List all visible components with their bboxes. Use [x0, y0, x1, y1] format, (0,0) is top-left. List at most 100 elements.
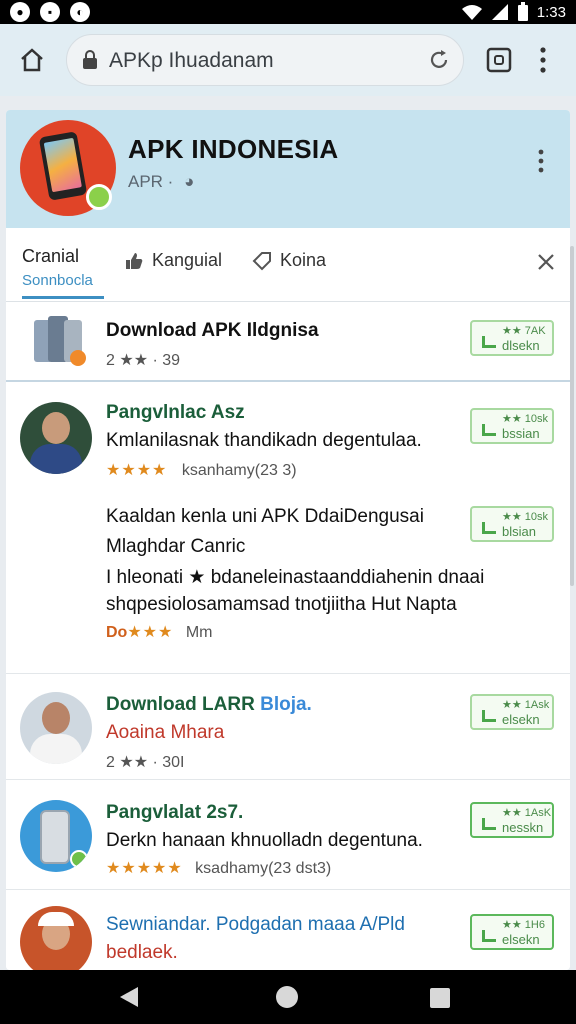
item-title[interactable]: Download LARR Bloja. [106, 694, 312, 716]
download-button[interactable]: ★★ 1H6 elsekn [470, 914, 554, 950]
content-card: APK INDONESIA APR · ◕ Cranial Sonnbocla … [6, 110, 570, 970]
item-title[interactable]: Pangvlalat 2s7. [106, 802, 243, 824]
phones-thumbnail [30, 316, 90, 366]
close-button[interactable] [536, 252, 556, 277]
notification-icons: ● ▪ ◐ [10, 2, 90, 22]
download-button[interactable]: ★★ 10sk blsian [470, 506, 554, 542]
phone-thumbnail [20, 800, 92, 872]
download-button-label: bssian [502, 426, 540, 441]
home-button[interactable] [16, 44, 48, 76]
item-meta: ksadhamy(23 dst3) [195, 860, 332, 877]
download-button[interactable]: ★★ 7AK dlsekn [470, 320, 554, 356]
item-rating: ★★★★ ksanhamy(23 3) [106, 460, 297, 480]
tabs-icon [486, 47, 512, 73]
list-item[interactable]: Sewniandar. Podgadan maaa A/Pld bedlaek.… [6, 892, 570, 970]
download-icon [482, 522, 496, 534]
tab-koina-label: Koina [280, 250, 327, 270]
list-item[interactable]: Download LARR Bloja. Aoaina Mhara 2 ★★ ·… [6, 676, 570, 780]
item-description: I hleonati ★ bdaneleinastaanddiahenin dn… [106, 567, 485, 588]
sync-icon: ◐ [70, 2, 90, 22]
download-button-top: ★★ 1AsK [502, 807, 552, 819]
download-button[interactable]: ★★ 1Ask elsekn [470, 694, 554, 730]
home-nav-icon[interactable] [276, 986, 298, 1008]
item-title-suffix: Bloja. [260, 694, 312, 715]
battery-icon [517, 2, 528, 21]
rating-stars: ★★★★★ [106, 860, 183, 877]
item-title-text: Download LARR [106, 694, 255, 715]
download-button-top: ★★ 10sk [502, 511, 549, 523]
tabs-button[interactable] [485, 46, 513, 79]
address-bar[interactable]: APKp Ihuadanam [66, 34, 464, 86]
item-title[interactable]: Pangvlnlac Asz [106, 402, 245, 424]
verified-badge-icon [86, 184, 112, 210]
item-meta: 2 ★★ · 39 [106, 352, 181, 369]
recents-icon[interactable] [430, 988, 450, 1008]
item-title[interactable]: Download APK Ildgnisa [106, 320, 319, 342]
game-icon: ▪ [40, 2, 60, 22]
list-item[interactable]: Download APK Ildgnisa 2 ★★ · 39 ★★ 7AK d… [6, 302, 570, 382]
tab-cranial[interactable]: Cranial [22, 246, 79, 267]
item-title[interactable]: Sewniandar. Podgadan maaa A/Pld [106, 914, 405, 936]
messenger-icon: ● [10, 2, 30, 22]
channel-header: APK INDONESIA APR · ◕ [6, 110, 570, 228]
page-content: APK INDONESIA APR · ◕ Cranial Sonnbocla … [0, 96, 576, 970]
system-nav-bar [0, 970, 576, 1024]
list-item[interactable]: Kaaldan kenla uni APK DdaiDengusai Mlagh… [6, 480, 570, 674]
channel-subtitle: APR · ◕ [128, 172, 194, 192]
list-item[interactable]: Pangvlalat 2s7. Derkn hanaan khnuolladn … [6, 782, 570, 890]
item-meta: ksanhamy(23 3) [181, 462, 297, 479]
system-icons: 1:33 [461, 2, 566, 22]
rating-stars: ★★★ [127, 624, 174, 641]
browser-toolbar: APKp Ihuadanam [0, 24, 576, 96]
tab-kanguial[interactable]: Kanguial [124, 250, 222, 271]
more-vert-icon [540, 47, 546, 73]
tab-kanguial-label: Kanguial [152, 250, 223, 270]
header-menu-button[interactable] [536, 148, 546, 179]
download-button-label: nesskn [502, 820, 544, 835]
rating-stars: ★★★★ [106, 462, 168, 479]
item-title[interactable]: Kaaldan kenla uni APK DdaiDengusai [106, 506, 424, 528]
more-vert-icon [538, 149, 544, 173]
download-icon [482, 336, 496, 348]
channel-subtitle-text: APR · [128, 172, 174, 191]
item-rating: ★★★★★ ksadhamy(23 dst3) [106, 858, 331, 878]
avatar [20, 692, 92, 764]
download-icon [482, 710, 496, 722]
item-subtitle: bedlaek. [106, 942, 178, 963]
download-button-top: ★★ 10sk [502, 413, 549, 425]
item-subtitle: Aoaina Mhara [106, 722, 225, 743]
url-text: APKp Ihuadanam [109, 49, 274, 72]
tab-koina[interactable]: Koina [252, 250, 326, 271]
scrollbar[interactable] [570, 246, 574, 586]
close-icon [538, 254, 554, 270]
download-button[interactable]: ★★ 1AsK nesskn [470, 802, 554, 838]
globe-icon: ◕ [184, 172, 195, 191]
avatar [20, 906, 92, 970]
tab-cranial-sublabel[interactable]: Sonnbocla [22, 272, 93, 289]
reload-icon[interactable] [427, 48, 451, 72]
back-icon[interactable] [120, 987, 138, 1007]
download-button-label: elsekn [502, 932, 540, 947]
channel-title: APK INDONESIA [128, 134, 339, 164]
item-description-2: shqpesiolosamamsad tnotjiitha Hut Napta [106, 594, 457, 615]
download-button[interactable]: ★★ 10sk bssian [470, 408, 554, 444]
download-button-label: dlsekn [502, 338, 540, 353]
avatar [20, 402, 92, 474]
item-meta: Mm [185, 624, 213, 641]
lock-icon [83, 50, 97, 69]
list-item[interactable]: Pangvlnlac Asz Kmlanilasnak thandikadn d… [6, 384, 570, 480]
download-icon [482, 424, 496, 436]
status-bar: ● ▪ ◐ 1:33 [0, 0, 576, 24]
signal-icon [491, 4, 508, 20]
clock: 1:33 [536, 3, 566, 21]
item-meta-prefix: Do [106, 624, 128, 641]
item-rating: Do★★★ Mm [106, 622, 212, 642]
download-button-top: ★★ 1H6 [502, 919, 545, 931]
phone-image [38, 131, 88, 201]
active-tab-indicator [22, 296, 104, 299]
download-button-label: elsekn [502, 712, 540, 727]
browser-menu-button[interactable] [538, 46, 548, 79]
tag-icon [252, 251, 271, 270]
download-icon [482, 930, 496, 942]
item-subtitle: Mlaghdar Canric [106, 536, 246, 557]
